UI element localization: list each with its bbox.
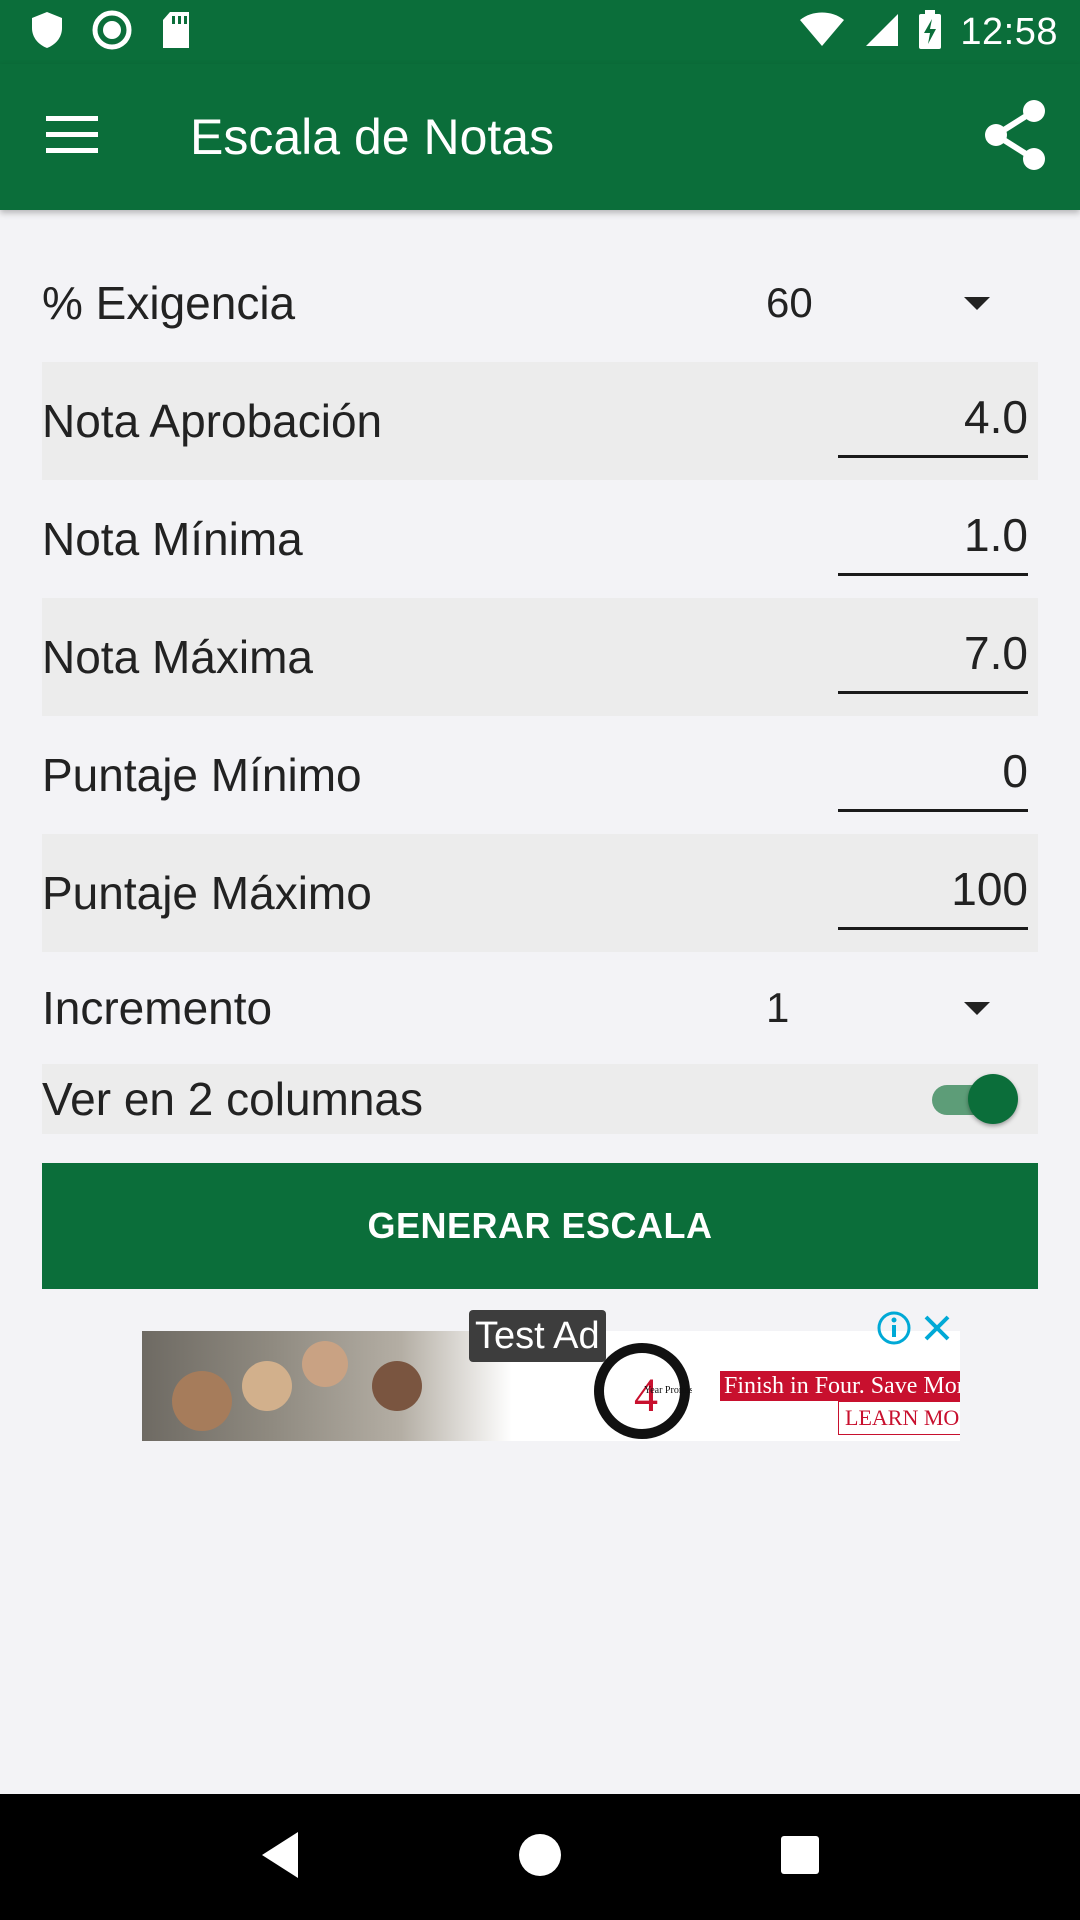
nota-minima-label: Nota Mínima bbox=[42, 513, 303, 565]
puntaje-maximo-input[interactable] bbox=[838, 856, 1028, 930]
back-button[interactable] bbox=[235, 1812, 325, 1902]
generar-escala-button[interactable]: GENERAR ESCALA bbox=[42, 1163, 1038, 1289]
nota-maxima-input[interactable] bbox=[838, 620, 1028, 694]
incremento-value: 1 bbox=[766, 984, 790, 1031]
dos-columnas-toggle[interactable] bbox=[932, 1074, 1018, 1124]
menu-button[interactable] bbox=[0, 64, 150, 210]
ad-photo-person bbox=[242, 1361, 292, 1411]
nota-aprobacion-input[interactable] bbox=[838, 384, 1028, 458]
ad-photo-person bbox=[172, 1371, 232, 1431]
record-icon bbox=[92, 10, 132, 55]
nota-maxima-label: Nota Máxima bbox=[42, 631, 313, 683]
scale-form: % Exigencia 60 Nota Aprobación Nota Míni… bbox=[42, 244, 1038, 1134]
battery-charging-icon bbox=[918, 9, 942, 55]
exigencia-label: % Exigencia bbox=[42, 277, 296, 329]
ad-photo bbox=[142, 1331, 512, 1441]
nota-aprobacion-label: Nota Aprobación bbox=[42, 395, 383, 447]
ad-headline: Finish in Four. Save Mor bbox=[720, 1371, 960, 1401]
back-icon bbox=[258, 1830, 302, 1885]
page-title: Escala de Notas bbox=[190, 109, 555, 165]
share-icon bbox=[982, 99, 1048, 176]
recents-button[interactable] bbox=[755, 1812, 845, 1902]
dropdown-arrow-icon bbox=[964, 296, 990, 310]
signal-icon bbox=[864, 12, 900, 53]
home-icon bbox=[517, 1832, 563, 1883]
hamburger-menu-icon bbox=[46, 115, 98, 159]
exigencia-row: % Exigencia 60 bbox=[42, 244, 1038, 362]
ad-label: Test Ad bbox=[469, 1310, 606, 1362]
close-icon[interactable] bbox=[922, 1313, 952, 1348]
toggle-thumb bbox=[968, 1074, 1018, 1124]
ad-seal-logo: 4 Year Promise bbox=[594, 1343, 692, 1439]
navigation-bar bbox=[0, 1794, 1080, 1920]
nota-aprobacion-row: Nota Aprobación bbox=[42, 362, 1038, 480]
dos-columnas-label: Ver en 2 columnas bbox=[42, 1073, 424, 1125]
puntaje-minimo-label: Puntaje Mínimo bbox=[42, 749, 362, 801]
nota-minima-input[interactable] bbox=[838, 502, 1028, 576]
status-right-icons: 12:58 bbox=[798, 9, 1058, 55]
exigencia-select[interactable]: 60 bbox=[766, 279, 990, 327]
incremento-row: Incremento 1 bbox=[42, 952, 1038, 1064]
status-bar: 12:58 bbox=[0, 0, 1080, 64]
shield-icon bbox=[30, 10, 64, 55]
app-bar: Escala de Notas bbox=[0, 64, 1080, 210]
nota-minima-row: Nota Mínima bbox=[42, 480, 1038, 598]
dos-columnas-row: Ver en 2 columnas bbox=[42, 1064, 1038, 1134]
status-left-icons bbox=[30, 10, 192, 55]
nota-maxima-row: Nota Máxima bbox=[42, 598, 1038, 716]
home-button[interactable] bbox=[495, 1812, 585, 1902]
puntaje-maximo-row: Puntaje Máximo bbox=[42, 834, 1038, 952]
dropdown-arrow-icon bbox=[964, 1001, 990, 1015]
ad-controls bbox=[876, 1310, 952, 1351]
ad-photo-person bbox=[302, 1341, 348, 1387]
puntaje-maximo-label: Puntaje Máximo bbox=[42, 867, 372, 919]
info-icon[interactable] bbox=[876, 1310, 912, 1351]
share-button[interactable] bbox=[950, 64, 1080, 210]
status-time: 12:58 bbox=[960, 10, 1058, 53]
ad-cta[interactable]: LEARN MOR bbox=[838, 1401, 960, 1435]
incremento-select[interactable]: 1 bbox=[766, 984, 990, 1032]
ad-photo-person bbox=[372, 1361, 422, 1411]
recents-icon bbox=[780, 1835, 820, 1880]
sd-card-icon bbox=[160, 10, 192, 55]
puntaje-minimo-input[interactable] bbox=[838, 738, 1028, 812]
ad-seal-text: Year Promise bbox=[644, 1385, 692, 1396]
incremento-label: Incremento bbox=[42, 982, 273, 1034]
exigencia-value: 60 bbox=[766, 279, 813, 326]
wifi-icon bbox=[798, 12, 846, 53]
puntaje-minimo-row: Puntaje Mínimo bbox=[42, 716, 1038, 834]
